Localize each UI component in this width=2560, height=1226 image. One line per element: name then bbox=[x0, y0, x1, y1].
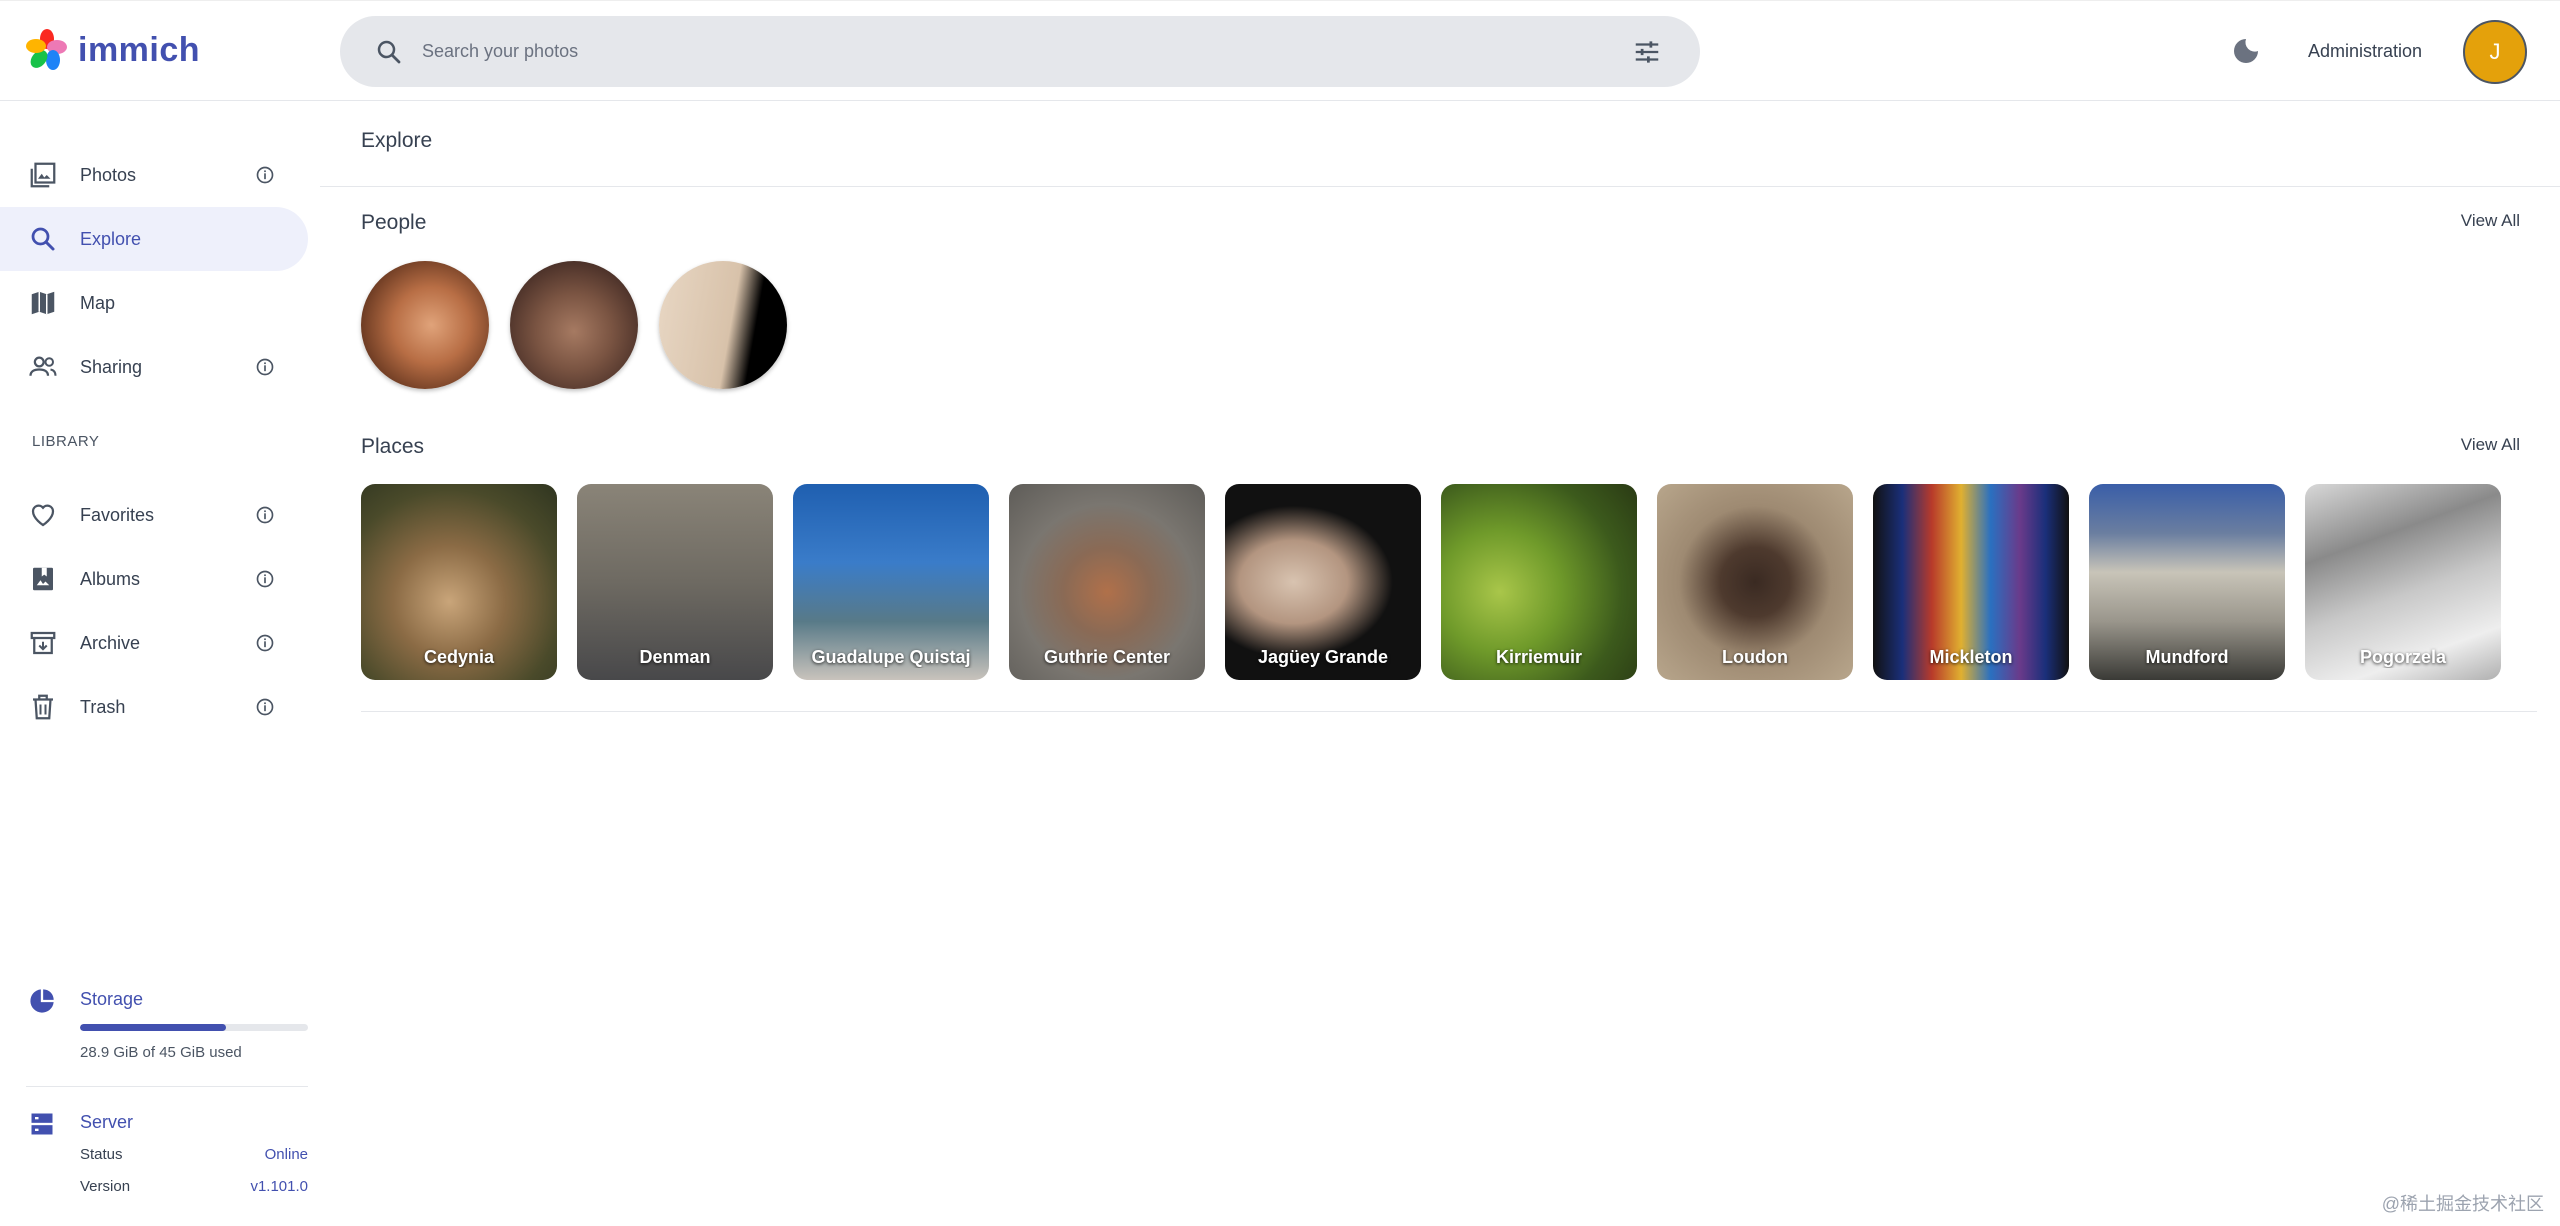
info-icon[interactable] bbox=[255, 357, 275, 377]
place-label: Mickleton bbox=[1929, 647, 2013, 667]
tune-icon[interactable] bbox=[1632, 37, 1662, 67]
search-icon bbox=[377, 40, 401, 63]
sidebar-item-map[interactable]: Map bbox=[0, 271, 308, 335]
sidebar-item-label: Albums bbox=[80, 568, 141, 589]
place-tile[interactable]: Cedynia bbox=[361, 484, 557, 680]
place-label: Pogorzela bbox=[2359, 647, 2447, 667]
info-icon[interactable] bbox=[255, 569, 275, 589]
info-icon[interactable] bbox=[255, 165, 275, 185]
person-thumbnail[interactable] bbox=[510, 261, 638, 389]
place-tile[interactable]: Guadalupe Quistaj bbox=[793, 484, 989, 680]
place-label: Guthrie Center bbox=[1043, 647, 1171, 667]
place-tile[interactable]: Pogorzela bbox=[2305, 484, 2501, 680]
archive-icon bbox=[30, 631, 56, 655]
app-logo[interactable]: immich bbox=[26, 29, 200, 71]
info-icon[interactable] bbox=[255, 505, 275, 525]
map-icon bbox=[31, 291, 55, 315]
place-label: Kirriemuir bbox=[1495, 647, 1583, 667]
storage-usage-text: 28.9 GiB of 45 GiB used bbox=[80, 1044, 242, 1061]
place-tile[interactable]: Denman bbox=[577, 484, 773, 680]
places-section-title: Places bbox=[361, 435, 425, 458]
photos-icon bbox=[30, 162, 56, 188]
place-tile[interactable]: Guthrie Center bbox=[1009, 484, 1205, 680]
server-icon bbox=[31, 1113, 53, 1135]
place-tile[interactable]: Mundford bbox=[2089, 484, 2285, 680]
sidebar-item-trash[interactable]: Trash bbox=[0, 675, 308, 739]
search-bar[interactable] bbox=[340, 16, 1700, 87]
sidebar-item-albums[interactable]: Albums bbox=[0, 547, 308, 611]
magnify-icon bbox=[31, 227, 55, 251]
section-divider bbox=[361, 711, 2537, 712]
people-view-all-link[interactable]: View All bbox=[2461, 211, 2520, 231]
person-thumbnail[interactable] bbox=[659, 261, 787, 389]
server-version-key: Version bbox=[80, 1178, 131, 1195]
sidebar-item-label: Map bbox=[80, 292, 116, 313]
storage-progress-fill bbox=[80, 1024, 226, 1031]
album-icon bbox=[33, 567, 53, 591]
theme-toggle-moon-icon[interactable] bbox=[2230, 35, 2262, 67]
info-icon[interactable] bbox=[255, 633, 275, 653]
place-label: Mundford bbox=[2145, 647, 2229, 667]
place-label: Cedynia bbox=[423, 647, 495, 667]
place-tile[interactable]: Jagüey Grande bbox=[1225, 484, 1421, 680]
people-section-title: People bbox=[361, 211, 427, 234]
person-thumbnail[interactable] bbox=[361, 261, 489, 389]
search-input[interactable] bbox=[422, 41, 1572, 62]
places-view-all-link[interactable]: View All bbox=[2461, 435, 2520, 455]
sidebar-item-label: Archive bbox=[80, 632, 141, 653]
storage-title: Storage bbox=[80, 989, 144, 1009]
sidebar-item-sharing[interactable]: Sharing bbox=[0, 335, 308, 399]
chart-pie-icon bbox=[30, 989, 54, 1013]
server-title: Server bbox=[80, 1112, 134, 1132]
library-section-label: LIBRARY bbox=[32, 433, 100, 450]
sidebar-divider bbox=[26, 1086, 308, 1087]
header-divider bbox=[320, 186, 2560, 187]
place-tile[interactable]: Kirriemuir bbox=[1441, 484, 1637, 680]
sidebar-item-photos[interactable]: Photos bbox=[0, 143, 308, 207]
server-status-value: Online bbox=[264, 1146, 308, 1163]
place-label: Denman bbox=[639, 647, 711, 667]
immich-logo-icon bbox=[26, 29, 67, 70]
sidebar-item-label: Explore bbox=[80, 228, 142, 249]
account-multiple-icon bbox=[29, 356, 57, 376]
info-icon[interactable] bbox=[255, 697, 275, 717]
main-content: Explore People View All Places View All … bbox=[320, 101, 2560, 1226]
place-label: Loudon bbox=[1722, 647, 1788, 667]
app-name: immich bbox=[78, 30, 201, 69]
sidebar-item-archive[interactable]: Archive bbox=[0, 611, 308, 675]
place-tile[interactable]: Mickleton bbox=[1873, 484, 2069, 680]
place-tile[interactable]: Loudon bbox=[1657, 484, 1853, 680]
watermark: @稀土掘金技术社区 bbox=[2381, 1194, 2544, 1214]
top-bar: immich Administration J bbox=[0, 0, 2560, 101]
sidebar-item-explore[interactable]: Explore bbox=[0, 207, 308, 271]
sidebar-item-label: Sharing bbox=[80, 356, 143, 377]
sidebar-item-favorites[interactable]: Favorites bbox=[0, 483, 308, 547]
administration-link[interactable]: Administration bbox=[2308, 41, 2422, 62]
sidebar-item-label: Photos bbox=[80, 164, 137, 185]
heart-icon bbox=[31, 504, 55, 527]
server-status-key: Status bbox=[80, 1146, 123, 1163]
server-version-value: v1.101.0 bbox=[250, 1178, 308, 1195]
storage-progress-bar bbox=[80, 1024, 308, 1031]
page-title: Explore bbox=[361, 129, 433, 152]
place-label: Jagüey Grande bbox=[1257, 647, 1389, 667]
sidebar-item-label: Trash bbox=[80, 696, 126, 717]
place-label: Guadalupe Quistaj bbox=[811, 647, 971, 667]
user-avatar[interactable]: J bbox=[2463, 20, 2527, 84]
sidebar-item-label: Favorites bbox=[80, 504, 155, 525]
trash-icon bbox=[33, 694, 53, 720]
